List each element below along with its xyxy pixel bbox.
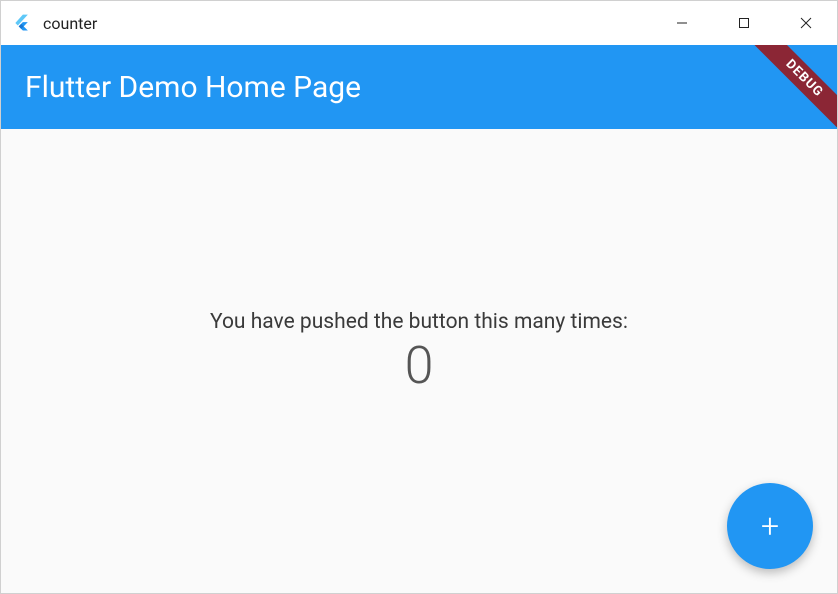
window-titlebar: counter	[1, 1, 837, 45]
plus-icon: +	[761, 507, 779, 545]
window-controls	[651, 1, 837, 45]
minimize-button[interactable]	[651, 1, 713, 45]
push-count-label: You have pushed the button this many tim…	[210, 310, 628, 334]
increment-button[interactable]: +	[727, 483, 813, 569]
body-area: You have pushed the button this many tim…	[1, 129, 837, 593]
counter-display: You have pushed the button this many tim…	[210, 310, 628, 392]
app-bar: Flutter Demo Home Page DEBUG	[1, 45, 837, 129]
flutter-logo-icon	[11, 12, 33, 34]
page-title: Flutter Demo Home Page	[25, 70, 361, 105]
maximize-button[interactable]	[713, 1, 775, 45]
debug-banner: DEBUG	[744, 45, 837, 129]
close-button[interactable]	[775, 1, 837, 45]
window-title: counter	[43, 14, 651, 33]
counter-value: 0	[405, 340, 434, 392]
